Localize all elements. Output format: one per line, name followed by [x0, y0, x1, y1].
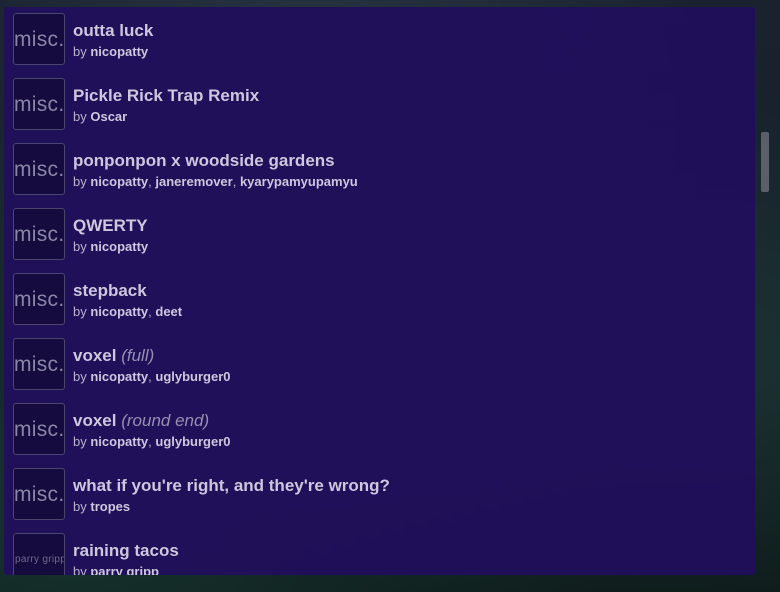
song-title[interactable]: what if you're right, and they're wrong? [73, 476, 390, 496]
song-row[interactable]: misc. outta luck by nicopatty [4, 7, 755, 72]
song-byline: by nicopatty, deet [73, 304, 182, 319]
song-title[interactable]: Pickle Rick Trap Remix [73, 86, 259, 106]
song-thumbnail[interactable]: misc. [13, 468, 65, 520]
song-thumbnail[interactable]: parry gripp [13, 533, 65, 575]
song-title[interactable]: raining tacos [73, 541, 179, 561]
song-title-text: voxel [73, 411, 117, 430]
song-thumbnail[interactable]: misc. [13, 273, 65, 325]
artist-link[interactable]: nicopatty [90, 434, 148, 449]
song-thumbnail[interactable]: misc. [13, 78, 65, 130]
song-byline: by nicopatty, uglyburger0 [73, 434, 231, 449]
scrollbar-track[interactable] [758, 7, 770, 575]
song-version-label: (round end) [121, 411, 210, 430]
song-byline: by Oscar [73, 109, 127, 124]
artist-link[interactable]: nicopatty [90, 304, 148, 319]
song-thumbnail[interactable]: misc. [13, 143, 65, 195]
by-label: by [73, 499, 87, 514]
song-byline: by nicopatty [73, 239, 148, 254]
artist-link[interactable]: deet [155, 304, 182, 319]
song-title[interactable]: voxel (full) [73, 346, 154, 366]
song-row[interactable]: misc. ponponpon x woodside gardens by nico… [4, 137, 755, 202]
by-label: by [73, 174, 87, 189]
song-row[interactable]: parry gripp raining tacos by parry gripp [4, 527, 755, 575]
by-label: by [73, 109, 87, 124]
artist-link[interactable]: parry gripp [90, 564, 159, 575]
song-row[interactable]: misc. what if you're right, and they're w… [4, 462, 755, 527]
song-title[interactable]: QWERTY [73, 216, 148, 236]
artist-separator: , [232, 174, 240, 189]
by-label: by [73, 44, 87, 59]
song-row[interactable]: misc. voxel (round end) by nicopatty, ugly… [4, 397, 755, 462]
artist-link[interactable]: nicopatty [90, 239, 148, 254]
song-title-text: what if you're right, and they're wrong? [73, 476, 390, 495]
song-thumbnail[interactable]: misc. [13, 208, 65, 260]
artist-link[interactable]: uglyburger0 [155, 369, 230, 384]
song-row[interactable]: misc. Pickle Rick Trap Remix by Oscar [4, 72, 755, 137]
by-label: by [73, 434, 87, 449]
song-version-label: (full) [121, 346, 155, 365]
song-row[interactable]: misc. stepback by nicopatty, deet [4, 267, 755, 332]
song-byline: by tropes [73, 499, 130, 514]
song-row[interactable]: misc. voxel (full) by nicopatty, uglyburge… [4, 332, 755, 397]
song-title-text: stepback [73, 281, 147, 300]
by-label: by [73, 304, 87, 319]
song-title[interactable]: voxel (round end) [73, 411, 209, 431]
artist-link[interactable]: nicopatty [90, 369, 148, 384]
song-title-text: voxel [73, 346, 117, 365]
song-thumbnail[interactable]: misc. [13, 338, 65, 390]
song-title-text: Pickle Rick Trap Remix [73, 86, 260, 105]
song-title-text: ponponpon x woodside gardens [73, 151, 335, 170]
song-title[interactable]: outta luck [73, 21, 153, 41]
song-title-text: raining tacos [73, 541, 179, 560]
scrollbar-thumb[interactable] [761, 132, 769, 192]
song-byline: by nicopatty, janeremover, kyarypamyupam… [73, 174, 358, 189]
by-label: by [73, 564, 87, 575]
artist-link[interactable]: uglyburger0 [155, 434, 230, 449]
song-byline: by parry gripp [73, 564, 159, 575]
by-label: by [73, 369, 87, 384]
song-title[interactable]: ponponpon x woodside gardens [73, 151, 335, 171]
artist-link[interactable]: tropes [90, 499, 130, 514]
artist-link[interactable]: Oscar [90, 109, 127, 124]
artist-link[interactable]: nicopatty [90, 44, 148, 59]
song-title[interactable]: stepback [73, 281, 147, 301]
song-row[interactable]: misc. QWERTY by nicopatty [4, 202, 755, 267]
song-thumbnail[interactable]: misc. [13, 403, 65, 455]
song-title-text: QWERTY [73, 216, 148, 235]
by-label: by [73, 239, 87, 254]
song-byline: by nicopatty, uglyburger0 [73, 369, 231, 384]
song-thumbnail[interactable]: misc. [13, 13, 65, 65]
artist-link[interactable]: janeremover [155, 174, 232, 189]
song-list-panel: misc. outta luck by nicopatty misc. Pickle R… [4, 7, 755, 575]
song-title-text: outta luck [73, 21, 154, 40]
song-byline: by nicopatty [73, 44, 148, 59]
artist-link[interactable]: nicopatty [90, 174, 148, 189]
artist-link[interactable]: kyarypamyupamyu [240, 174, 358, 189]
